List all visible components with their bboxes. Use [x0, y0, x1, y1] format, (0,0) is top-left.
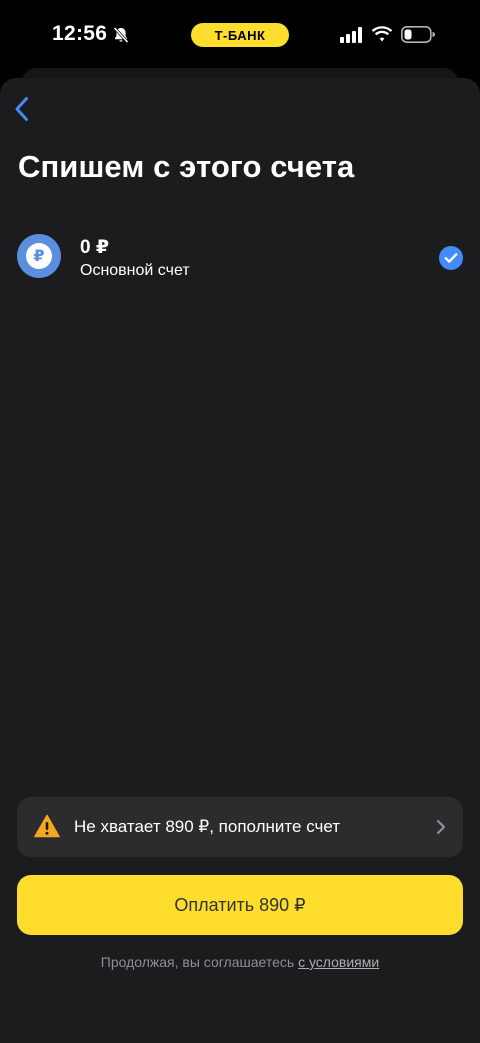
terms-prefix: Продолжая, вы соглашаетесь [100, 954, 299, 970]
pay-button[interactable]: Оплатить 890 ₽ [17, 875, 463, 935]
account-name: Основной счет [80, 262, 190, 279]
insufficient-funds-card[interactable]: Не хватает 890 ₽, пополните счет [17, 797, 463, 857]
page-title: Спишем с этого счета [18, 149, 355, 184]
status-bar: 12:56 Т-БАНК [0, 0, 480, 70]
back-button[interactable] [8, 94, 36, 124]
account-balance: 0 ₽ [80, 237, 110, 258]
battery-icon [401, 26, 435, 43]
ruble-account-icon: ₽ [17, 234, 61, 278]
bell-muted-icon [113, 26, 129, 44]
wifi-icon [371, 26, 393, 42]
brand-badge: Т-БАНК [191, 23, 289, 47]
chevron-left-icon [15, 97, 28, 121]
signal-icon [340, 27, 362, 43]
warning-text: Не хватает 890 ₽, пополните счет [74, 817, 341, 836]
chevron-right-icon [436, 819, 446, 835]
checkmark-circle-icon [439, 246, 463, 270]
terms-link[interactable]: с условиями [298, 954, 379, 970]
ruble-symbol: ₽ [26, 243, 52, 269]
status-time: 12:56 [52, 22, 108, 45]
payment-sheet: Спишем с этого счета ₽ 0 ₽ Основной счет… [0, 78, 480, 1043]
account-row[interactable]: ₽ 0 ₽ Основной счет [0, 224, 480, 294]
terms-text: Продолжая, вы соглашаетесь с условиями [0, 954, 480, 970]
warning-triangle-icon [34, 814, 60, 838]
